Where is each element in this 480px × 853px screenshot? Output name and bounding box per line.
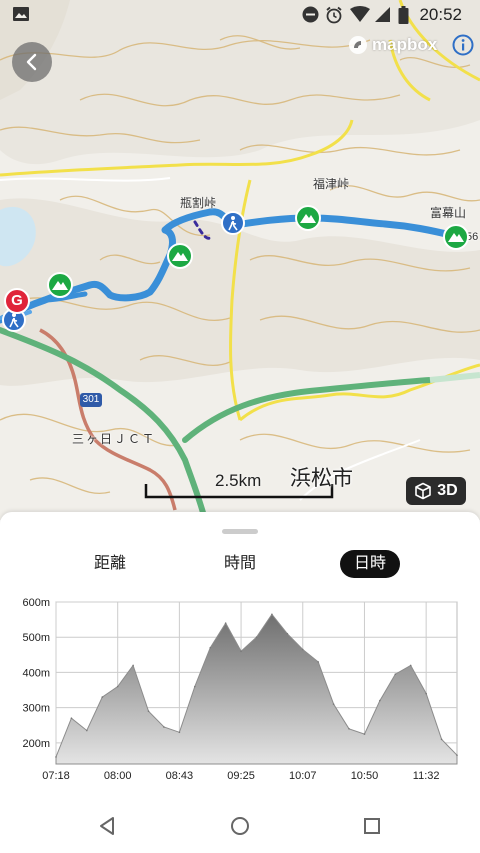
do-not-disturb-icon [302,6,319,23]
x-tick-label: 11:32 [413,770,440,782]
goal-marker[interactable]: G [4,288,30,314]
elevation-point [70,717,73,720]
route-number: 301 [82,394,100,405]
elevation-point [409,664,412,667]
status-bar: 20:52 [0,0,480,30]
alarm-icon [326,6,342,24]
tab-distance[interactable]: 距離 [88,550,132,578]
map-label-junction: 三ヶ日ＪＣＴ [72,432,157,446]
elevation-point [271,613,273,616]
image-icon [13,7,29,21]
elevation-point [116,685,119,688]
y-tick-label: 200m [22,738,50,750]
elevation-point [286,632,289,635]
elevation-point [394,673,397,675]
battery-icon [398,6,409,24]
sheet-drag-handle[interactable] [222,529,258,534]
elevation-point [132,664,134,667]
elevation-chart[interactable]: 200m 300m 400m 500m 600m 07:18 08:00 08:43 09:2… [0,594,480,784]
tab-time[interactable]: 時間 [218,550,262,578]
y-axis-ticks: 200m 300m 400m 500m 600m [22,597,50,750]
hiker-marker-icon[interactable] [221,211,245,237]
map-view[interactable]: 瓶割峠 福津峠 富幕山 56 三ヶ日ＪＣＴ 301 G 2.5km 浜松市 3D… [0,0,480,520]
elevation-point [209,646,212,649]
elevation-point [317,661,319,663]
x-tick-label: 09:25 [227,770,255,782]
y-tick-label: 300m [22,703,50,715]
axis-mode-tabs: 距離 時間 日時 [0,550,480,578]
elevation-point [55,756,57,758]
x-tick-label: 08:43 [166,770,194,782]
signal-icon [375,7,390,22]
x-tick-label: 10:07 [289,770,317,782]
map-label-city: 浜松市 [290,467,353,490]
nav-home-icon[interactable] [228,814,252,838]
elevation-point [301,648,304,651]
tab-datetime[interactable]: 日時 [340,550,401,578]
3d-toggle-button[interactable]: 3D [406,477,466,505]
chevron-left-icon [26,53,37,71]
summit-marker-icon[interactable] [295,205,321,231]
mapbox-wordmark: mapbox [372,35,438,54]
mapbox-logo[interactable]: mapbox [348,34,437,56]
x-tick-label: 07:18 [42,770,70,782]
y-tick-label: 600m [22,597,50,609]
scale-label: 2.5km [215,471,262,490]
cube-icon [415,482,432,500]
info-icon[interactable] [452,34,474,56]
elevation-point [86,729,88,732]
y-tick-label: 500m [22,632,50,644]
nav-recents-icon[interactable] [360,814,384,838]
screen: 瓶割峠 福津峠 富幕山 56 三ヶ日ＪＣＴ 301 G 2.5km 浜松市 3D… [0,0,480,853]
nav-back-icon[interactable] [96,814,120,838]
wifi-icon [350,6,370,22]
elevation-point [224,622,227,624]
summit-marker-icon[interactable] [443,224,469,250]
elevation-point [163,726,165,728]
elevation-point [363,733,366,735]
status-time: 20:52 [419,5,462,24]
summit-marker-icon[interactable] [167,243,193,269]
elevation-point [440,738,443,741]
elevation-point [348,727,350,730]
x-axis-ticks: 07:18 08:00 08:43 09:25 10:07 10:50 11:32 [42,770,439,782]
y-tick-label: 400m [22,667,50,679]
x-tick-label: 08:00 [104,770,132,782]
elevation-point [194,685,196,688]
elevation-point [101,696,104,698]
elevation-point [255,636,258,639]
summit-marker-icon[interactable] [47,272,73,298]
map-label-pass-1: 瓶割峠 [180,196,217,210]
elevation-point [456,754,458,756]
elevation-point [178,731,181,734]
elevation-point [425,692,427,695]
elevation-point [332,703,335,705]
map-label-pass-2: 福津峠 [313,177,350,191]
map-label-mountain: 富幕山 [430,206,467,220]
elevation-point [147,710,150,712]
3d-toggle-label: 3D [437,482,458,499]
elevation-point [379,699,381,702]
back-button[interactable] [12,42,52,82]
navigation-bar [0,800,480,853]
mapbox-icon [349,36,367,54]
elevation-point [240,650,242,653]
x-tick-label: 10:50 [351,770,379,782]
